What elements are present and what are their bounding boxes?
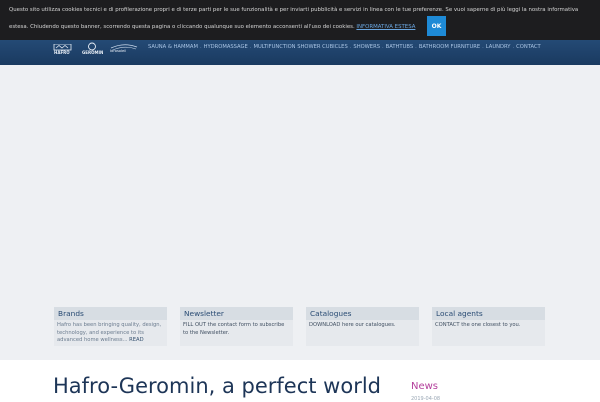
box-brands[interactable]: Brands Hafro has been bringing quality, … bbox=[54, 307, 167, 346]
nav-item-showers[interactable]: SHOWERS bbox=[353, 44, 380, 50]
nav-separator: . bbox=[512, 44, 515, 50]
cookie-ok-button[interactable]: OK bbox=[427, 16, 446, 36]
read-link[interactable]: READ bbox=[129, 337, 143, 343]
nav-item-bathtubs[interactable]: BATHTUBS bbox=[386, 44, 414, 50]
geromin-logo-text: GEROMIN bbox=[82, 50, 104, 55]
nav-separator: . bbox=[482, 44, 484, 50]
nav-separator: . bbox=[199, 44, 202, 50]
box-catalogues[interactable]: Catalogues DOWNLOAD here our catalogues. bbox=[306, 307, 419, 346]
box-title: Brands bbox=[54, 307, 167, 320]
cookie-text-line2-body: estesa. Chiudendo questo banner, scorren… bbox=[9, 24, 355, 30]
nav-item-bathroom-furniture[interactable]: BATHROOM FURNITURE bbox=[419, 44, 480, 50]
nav-separator: . bbox=[415, 44, 417, 50]
nav-separator: . bbox=[249, 44, 252, 50]
idrosoleil-logo-text: Idrosoleil bbox=[110, 49, 127, 53]
box-local-agents[interactable]: Local agents CONTACT the one closest to … bbox=[432, 307, 545, 346]
news-date: 2019-04-08 bbox=[411, 396, 441, 402]
nav-separator: . bbox=[382, 44, 384, 50]
hafro-logo-text: HAFRO bbox=[54, 50, 70, 55]
box-newsletter[interactable]: Newsletter FILL OUT the contact form to … bbox=[180, 307, 293, 346]
nav-item-laundry[interactable]: LAUNDRY bbox=[486, 44, 511, 50]
box-text: Hafro has been bringing quality, design,… bbox=[57, 322, 162, 343]
box-text: DOWNLOAD here our catalogues. bbox=[306, 320, 419, 346]
box-text: CONTACT the one closest to you. bbox=[432, 320, 545, 346]
cookie-policy-link[interactable]: INFORMATIVA ESTESA bbox=[356, 24, 415, 30]
cookie-text-line2: estesa. Chiudendo questo banner, scorren… bbox=[9, 18, 594, 37]
news-heading[interactable]: News bbox=[411, 381, 438, 392]
box-text-wrap: Hafro has been bringing quality, design,… bbox=[54, 320, 167, 346]
box-title: Newsletter bbox=[180, 307, 293, 320]
main-nav: SAUNA & HAMMAM. HYDROMASSAGE. MULTIFUNCTIO… bbox=[148, 44, 541, 50]
box-title: Local agents bbox=[432, 307, 545, 320]
nav-item-multifunction-shower-cubicles[interactable]: MULTIFUNCTION SHOWER CUBICLES bbox=[253, 44, 347, 50]
nav-item-hydromassage[interactable]: HYDROMASSAGE bbox=[204, 44, 248, 50]
box-title: Catalogues bbox=[306, 307, 419, 320]
nav-item-sauna-hammam[interactable]: SAUNA & HAMMAM bbox=[148, 44, 198, 50]
header-navbar: HAFRO GEROMIN Idrosoleil SAUNA & HAMMAM.… bbox=[0, 40, 600, 65]
cookie-banner: Questo sito utilizza cookies tecnici e d… bbox=[0, 0, 600, 40]
page-title: Hafro-Geromin, a perfect world bbox=[53, 374, 381, 398]
nav-separator: . bbox=[349, 44, 352, 50]
nav-item-contact[interactable]: CONTACT bbox=[516, 44, 541, 50]
box-text: FILL OUT the contact form to subscribe t… bbox=[180, 320, 293, 346]
brand-logos: HAFRO GEROMIN Idrosoleil bbox=[53, 41, 138, 55]
